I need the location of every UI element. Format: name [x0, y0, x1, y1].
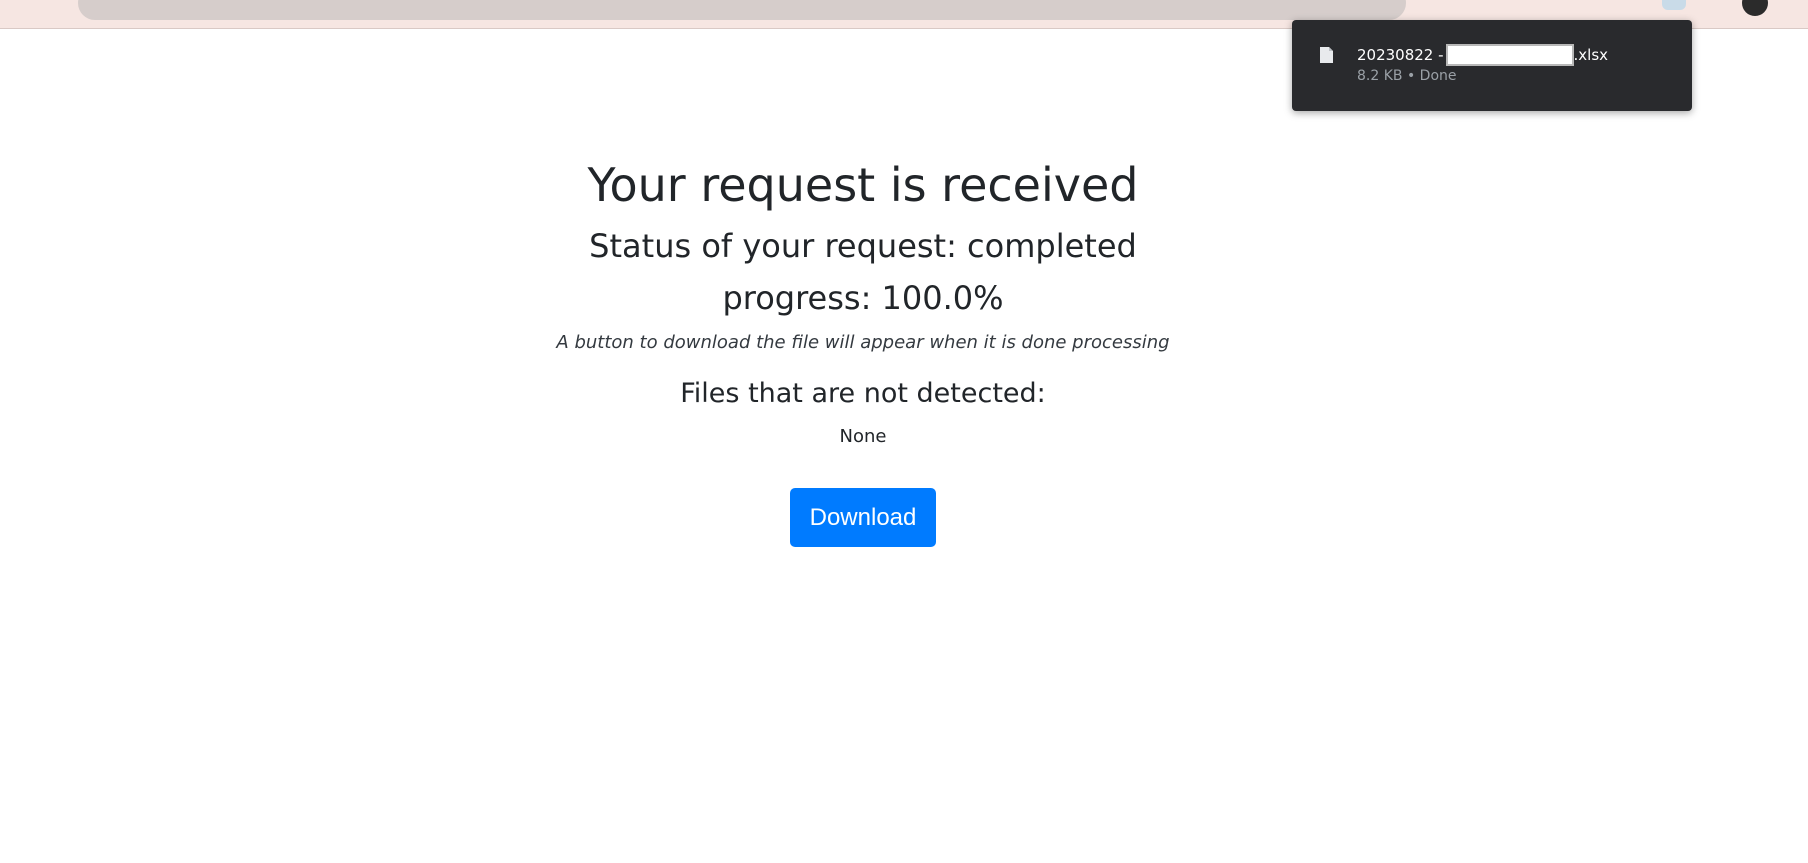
profile-avatar[interactable] [1742, 0, 1768, 16]
page-title: Your request is received [587, 158, 1139, 212]
file-name-suffix: .xlsx [1573, 46, 1609, 64]
redacted-text [1445, 44, 1574, 66]
file-name-prefix: 20230822 - [1357, 46, 1444, 64]
undetected-files-value: None [839, 426, 887, 447]
undetected-files-heading: Files that are not detected: [680, 378, 1046, 409]
download-popup[interactable]: 20230822 - .xlsx 8.2 KB • Done [1292, 20, 1692, 111]
download-hint: A button to download the file will appea… [556, 332, 1170, 353]
download-button[interactable]: Download [789, 488, 937, 547]
request-progress: progress: 100.0% [722, 279, 1004, 317]
download-file-name[interactable]: 20230822 - .xlsx [1357, 44, 1608, 66]
request-status: Status of your request: completed [589, 227, 1137, 265]
main-content: Your request is received Status of your … [0, 150, 1726, 547]
file-icon [1320, 47, 1333, 63]
download-file-meta: 8.2 KB • Done [1357, 68, 1457, 84]
extension-icon[interactable] [1662, 0, 1686, 10]
address-bar[interactable] [78, 0, 1406, 20]
